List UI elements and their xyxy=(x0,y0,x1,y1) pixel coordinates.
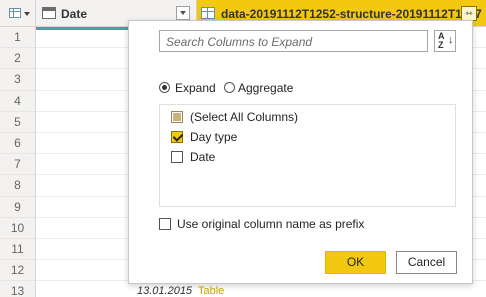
aggregate-radio-label[interactable]: Aggregate xyxy=(238,81,293,95)
select-all-checkbox[interactable] xyxy=(171,111,183,123)
prefix-checkbox[interactable] xyxy=(159,218,171,230)
row-number: 1 xyxy=(0,27,36,49)
date-cell: 13.01.2015 xyxy=(137,285,193,297)
row-numbers: 1 2 3 4 5 6 7 8 9 10 11 12 13 xyxy=(0,27,36,297)
list-item-label: Date xyxy=(190,150,216,164)
row-number: 12 xyxy=(0,260,36,282)
search-placeholder: Search Columns to Expand xyxy=(166,35,313,49)
row-number: 10 xyxy=(0,217,36,239)
cancel-button[interactable]: Cancel xyxy=(396,251,457,274)
table-link-cell[interactable]: Table xyxy=(198,285,224,297)
expand-column-button[interactable]: ⇿ xyxy=(461,6,477,21)
table-icon xyxy=(201,7,215,19)
prefix-label: Use original column name as prefix xyxy=(177,217,365,231)
expand-radio[interactable] xyxy=(159,82,170,93)
column-checkbox[interactable] xyxy=(171,151,183,163)
expand-columns-popup: Search Columns to Expand AZ ↓ Expand Agg… xyxy=(128,20,473,284)
sort-az-icon: AZ xyxy=(438,31,445,50)
row-number: 3 xyxy=(0,69,36,91)
row-number: 6 xyxy=(0,132,36,155)
table-menu-button[interactable] xyxy=(0,0,36,27)
row-number: 4 xyxy=(0,90,36,112)
row-number: 5 xyxy=(0,111,36,133)
row-number: 13 xyxy=(0,281,36,297)
filter-dropdown-button[interactable] xyxy=(176,6,190,20)
row-number: 8 xyxy=(0,175,36,197)
list-item-label: (Select All Columns) xyxy=(190,110,299,124)
arrow-down-icon: ↓ xyxy=(448,34,454,46)
aggregate-radio[interactable] xyxy=(224,82,235,93)
chevron-down-icon xyxy=(24,12,30,16)
expand-radio-label[interactable]: Expand xyxy=(175,81,216,95)
ok-button[interactable]: OK xyxy=(325,251,386,274)
search-input[interactable]: Search Columns to Expand xyxy=(159,30,428,52)
row-number: 11 xyxy=(0,238,36,261)
row-number: 7 xyxy=(0,154,36,176)
column-header-label: Date xyxy=(61,7,88,21)
row-number: 2 xyxy=(0,48,36,70)
list-item-label: Day type xyxy=(190,130,238,144)
table-icon xyxy=(9,8,21,18)
row-number: 9 xyxy=(0,196,36,218)
sort-button[interactable]: AZ ↓ xyxy=(434,30,456,52)
column-list: (Select All Columns) Day type Date xyxy=(159,104,456,207)
calendar-icon xyxy=(42,7,56,19)
column-header-label: data-20191112T1252-structure-20191112T12… xyxy=(221,7,482,21)
column-checkbox[interactable] xyxy=(171,131,183,143)
